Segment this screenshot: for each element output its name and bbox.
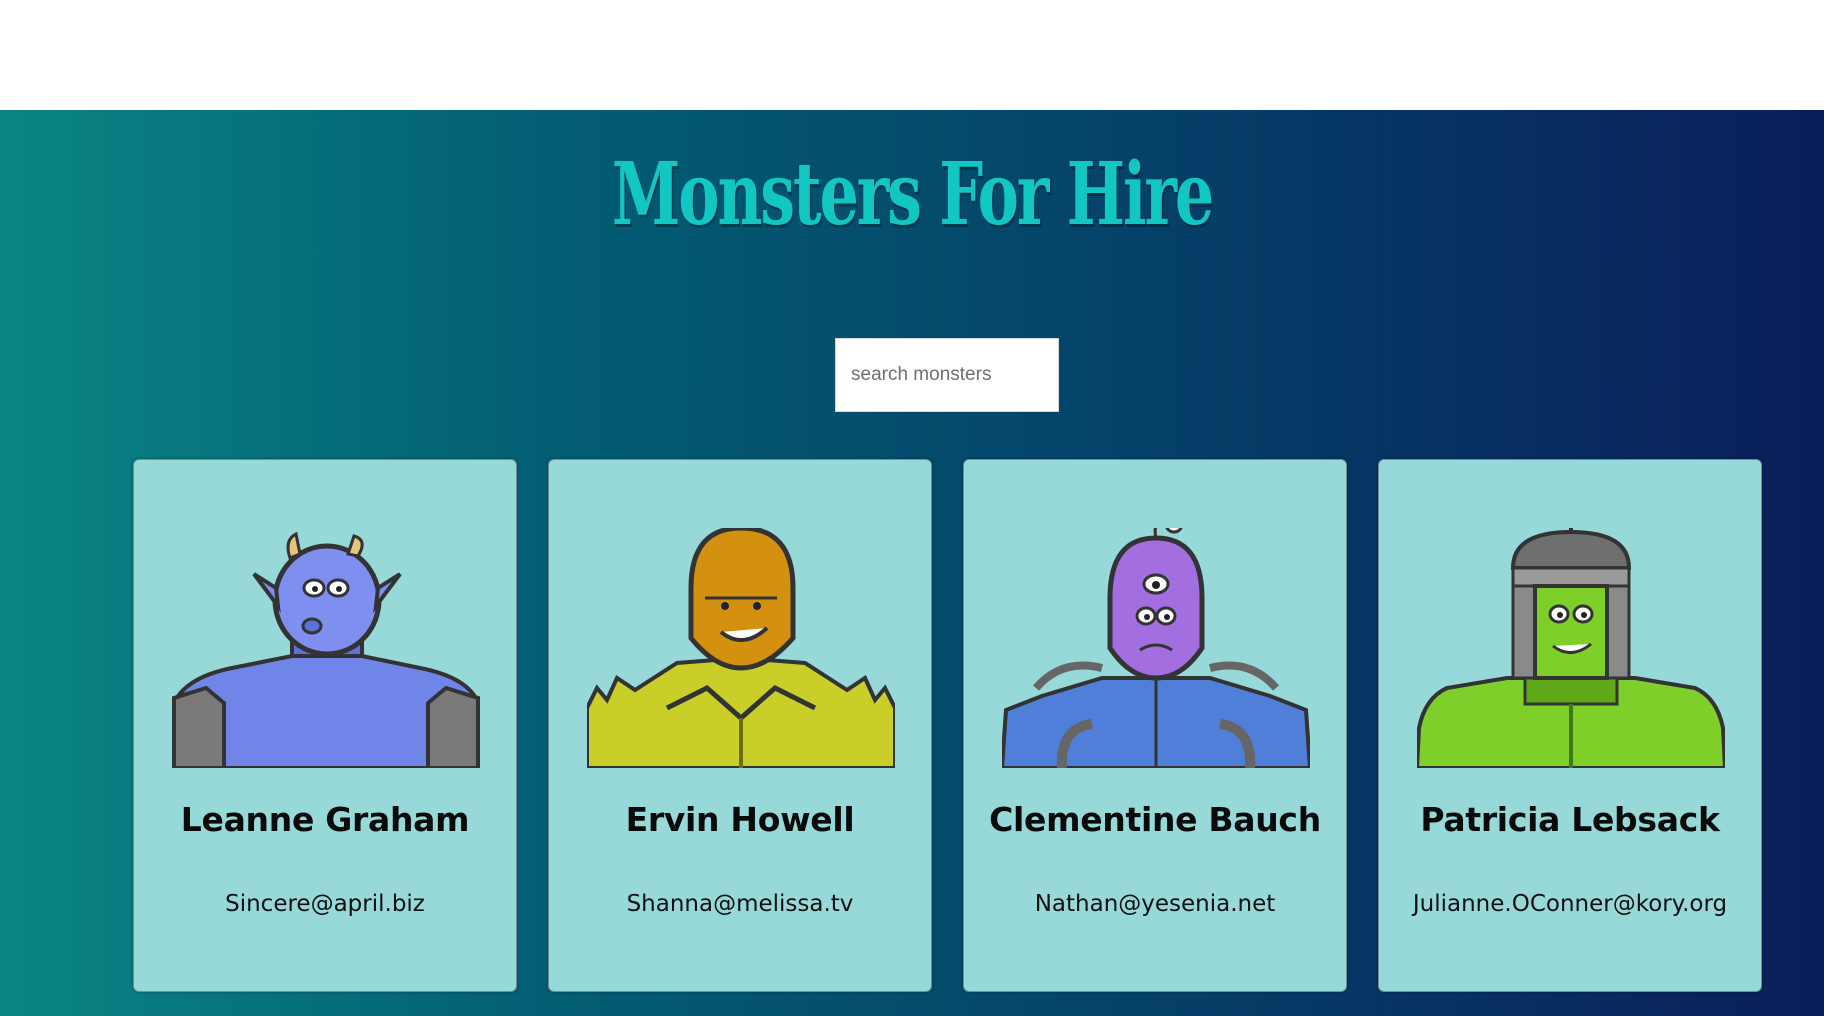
monster-name: Ervin Howell — [625, 800, 855, 839]
top-bar — [0, 0, 1824, 110]
monster-card[interactable]: Clementine Bauch Nathan@yesenia.net — [963, 459, 1347, 992]
search-input[interactable] — [835, 338, 1059, 412]
monster-name: Patricia Lebsack — [1420, 800, 1720, 839]
monster-card[interactable]: Ervin Howell Shanna@melissa.tv — [548, 459, 932, 992]
green-helmet-monster-avatar — [1417, 528, 1725, 768]
main-section: Monsters For Hire Leanne Graham Sincere@… — [0, 110, 1824, 1016]
monster-email: Sincere@april.biz — [225, 891, 425, 917]
monster-email: Nathan@yesenia.net — [1034, 891, 1276, 917]
page-title: Monsters For Hire — [611, 144, 1214, 245]
monster-card[interactable]: Patricia Lebsack Julianne.OConner@kory.o… — [1378, 459, 1762, 992]
monster-name: Leanne Graham — [180, 800, 470, 839]
purple-cyclops-robot-avatar — [1002, 528, 1310, 768]
blue-horned-monster-avatar — [172, 531, 480, 768]
monster-name: Clementine Bauch — [989, 800, 1321, 839]
orange-spiky-monster-avatar — [587, 528, 895, 768]
monster-card[interactable]: Leanne Graham Sincere@april.biz — [133, 459, 517, 992]
monster-email: Julianne.OConner@kory.org — [1412, 891, 1728, 917]
monster-email: Shanna@melissa.tv — [626, 891, 854, 917]
